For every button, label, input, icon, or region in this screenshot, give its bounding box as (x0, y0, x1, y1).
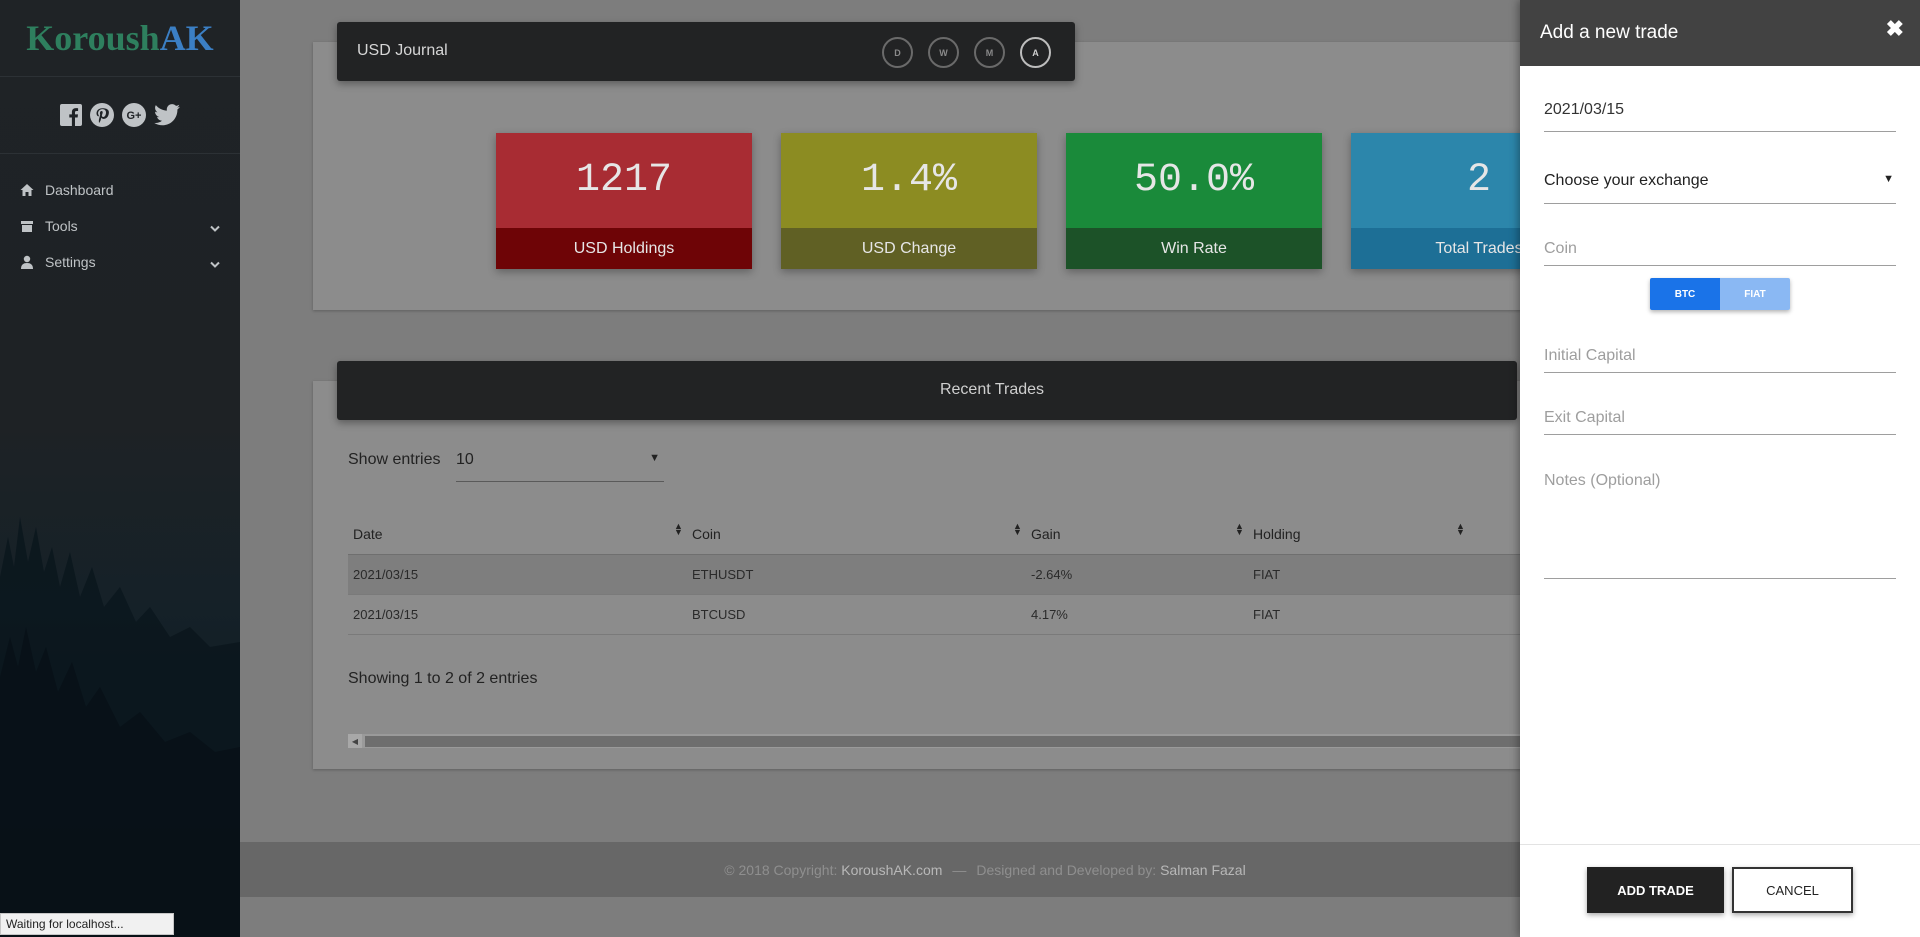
column-header-date[interactable]: Date (353, 526, 383, 542)
archive-icon (20, 219, 34, 233)
chevron-down-icon (210, 220, 220, 236)
add-trade-panel: Add a new trade ✖ 2021/03/15 Choose your… (1520, 0, 1920, 937)
footer-designed-by: Designed and Developed by: (976, 861, 1157, 878)
entries-select[interactable]: 10 ▼ (456, 444, 664, 482)
google-plus-icon[interactable]: G+ (122, 103, 146, 127)
sidebar: Koroush AK G+ Dashboard Tools Settings (0, 0, 240, 937)
date-field[interactable]: 2021/03/15 (1544, 96, 1896, 132)
social-links: G+ (0, 77, 240, 154)
horizontal-scrollbar[interactable]: ◀ (348, 734, 1520, 748)
footer-site-link[interactable]: KoroushAK.com (841, 862, 942, 878)
stat-value: 1217 (496, 133, 752, 228)
caret-down-icon: ▼ (649, 452, 660, 464)
column-header-gain[interactable]: Gain (1031, 526, 1061, 542)
stat-value: 1.4% (781, 133, 1037, 228)
footer-author-link[interactable]: Salman Fazal (1160, 862, 1246, 878)
stat-usd-change: 1.4% USD Change (781, 133, 1037, 269)
stat-win-rate: 50.0% Win Rate (1066, 133, 1322, 269)
show-entries-label: Show entries (348, 451, 441, 468)
table-row[interactable]: 2021/03/15 ETHUSDT -2.64% FIAT (348, 555, 1520, 595)
recent-trades-header: Recent Trades (337, 361, 1517, 420)
sidebar-nav: Dashboard Tools Settings (0, 154, 240, 280)
sort-icon[interactable]: ▲ ▼ (1013, 522, 1022, 537)
sidebar-item-settings[interactable]: Settings (0, 244, 240, 280)
period-month-button[interactable]: M (974, 37, 1005, 68)
period-day-button[interactable]: D (882, 37, 913, 68)
twitter-icon[interactable] (154, 104, 180, 126)
notes-textarea[interactable]: Notes (Optional) (1544, 466, 1896, 579)
toggle-fiat[interactable]: FIAT (1720, 278, 1790, 310)
home-icon (20, 183, 34, 197)
stat-usd-holdings: 1217 USD Holdings (496, 133, 752, 269)
cancel-button[interactable]: CANCEL (1732, 867, 1853, 913)
stat-label: USD Holdings (496, 228, 752, 269)
entries-select-value: 10 (456, 451, 474, 468)
svg-text:G+: G+ (127, 110, 142, 122)
exit-capital-placeholder: Exit Capital (1544, 409, 1625, 426)
footer-separator: — (952, 861, 967, 878)
exchange-select-value: Choose your exchange (1544, 172, 1709, 189)
table-row[interactable]: 2021/03/15 BTCUSD 4.17% FIAT (348, 595, 1520, 635)
stat-label: Win Rate (1066, 228, 1322, 269)
sidebar-item-label: Dashboard (45, 182, 114, 198)
cell-gain: -2.64% (1031, 567, 1073, 582)
browser-status-bar: Waiting for localhost... (0, 913, 174, 935)
coin-input-placeholder: Coin (1544, 240, 1577, 257)
coin-input[interactable]: Coin (1544, 235, 1896, 266)
sidebar-item-label: Settings (45, 254, 96, 270)
panel-title: Add a new trade (1540, 22, 1679, 43)
panel-header: Add a new trade ✖ (1520, 0, 1920, 66)
cell-holding: FIAT (1253, 567, 1281, 582)
forest-background-image (0, 517, 240, 937)
column-header-holding[interactable]: Holding (1253, 526, 1300, 542)
panel-footer: ADD TRADE CANCEL (1520, 844, 1920, 937)
facebook-icon[interactable] (60, 104, 82, 126)
chevron-down-icon (210, 256, 220, 272)
exchange-select[interactable]: Choose your exchange ▼ (1544, 166, 1896, 204)
sidebar-item-dashboard[interactable]: Dashboard (0, 172, 240, 208)
brand-name-part2: AK (159, 18, 214, 58)
initial-capital-placeholder: Initial Capital (1544, 347, 1636, 364)
journal-header: USD Journal D W M A (337, 22, 1075, 81)
cell-coin: ETHUSDT (692, 567, 754, 582)
stat-value: 50.0% (1066, 133, 1322, 228)
user-icon (20, 255, 34, 269)
table-header: Date ▲ ▼ Coin ▲ ▼ Gain ▲ ▼ Holding ▲ ▼ (348, 513, 1520, 555)
sidebar-item-label: Tools (45, 218, 78, 234)
initial-capital-input[interactable]: Initial Capital (1544, 342, 1896, 373)
column-header-coin[interactable]: Coin (692, 526, 721, 542)
date-field-value: 2021/03/15 (1544, 101, 1625, 118)
sort-icon[interactable]: ▲ ▼ (1235, 522, 1244, 537)
toggle-btc[interactable]: BTC (1650, 278, 1720, 310)
pinterest-icon[interactable] (90, 103, 114, 127)
cell-holding: FIAT (1253, 607, 1281, 622)
cell-coin: BTCUSD (692, 607, 746, 622)
sidebar-item-tools[interactable]: Tools (0, 208, 240, 244)
currency-toggle[interactable]: BTC FIAT (1650, 278, 1790, 310)
scroll-left-icon[interactable]: ◀ (348, 734, 362, 748)
brand-logo[interactable]: Koroush AK (0, 0, 240, 77)
cell-date: 2021/03/15 (353, 567, 419, 582)
brand-name-part1: Koroush (26, 18, 160, 58)
footer-copyright: © 2018 Copyright: (724, 861, 838, 878)
journal-title: USD Journal (357, 42, 448, 59)
sort-icon[interactable]: ▲ ▼ (674, 522, 683, 537)
trades-table: Date ▲ ▼ Coin ▲ ▼ Gain ▲ ▼ Holding ▲ ▼ 2021/… (348, 513, 1520, 635)
period-week-button[interactable]: W (928, 37, 959, 68)
scrollbar-thumb[interactable] (365, 736, 1520, 747)
table-info: Showing 1 to 2 of 2 entries (348, 670, 538, 687)
stat-label: USD Change (781, 228, 1037, 269)
add-trade-button[interactable]: ADD TRADE (1587, 867, 1724, 913)
cell-date: 2021/03/15 (353, 607, 419, 622)
caret-down-icon: ▼ (1883, 173, 1894, 185)
period-all-button[interactable]: A (1020, 37, 1051, 68)
notes-placeholder: Notes (Optional) (1544, 472, 1661, 489)
cell-gain: 4.17% (1031, 607, 1068, 622)
recent-trades-title: Recent Trades (939, 381, 1045, 398)
sort-icon[interactable]: ▲ ▼ (1456, 522, 1465, 537)
close-icon[interactable]: ✖ (1886, 16, 1904, 42)
exit-capital-input[interactable]: Exit Capital (1544, 404, 1896, 435)
